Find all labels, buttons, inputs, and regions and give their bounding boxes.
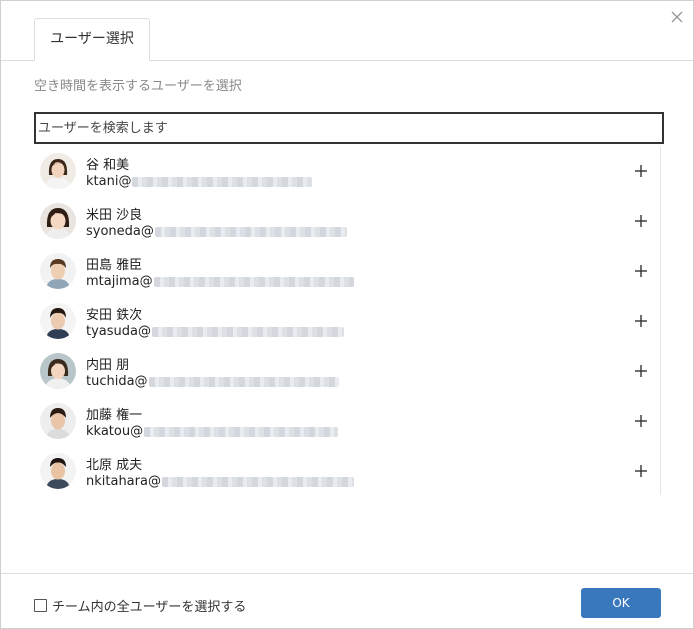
user-row[interactable]: 米田 沙良 syoneda@ (34, 197, 660, 247)
dialog-footer: チーム内の全ユーザーを選択する OK (1, 573, 693, 629)
ok-button[interactable]: OK (581, 588, 661, 618)
user-name: 内田 朋 (86, 358, 130, 373)
user-avatar (40, 153, 76, 189)
user-avatar (40, 253, 76, 289)
user-email: tuchida@ (86, 374, 339, 389)
user-row[interactable]: 谷 和美 ktani@ (34, 147, 660, 197)
user-name: 加藤 権一 (86, 408, 143, 423)
user-avatar (40, 353, 76, 389)
plus-icon[interactable] (634, 264, 648, 278)
plus-icon[interactable] (634, 164, 648, 178)
user-name: 北原 成夫 (86, 458, 143, 473)
user-avatar (40, 203, 76, 239)
tab-user-select[interactable]: ユーザー選択 (34, 18, 150, 61)
plus-icon[interactable] (634, 464, 648, 478)
user-row[interactable]: 安田 鉄次 tyasuda@ (34, 297, 660, 347)
user-email: ktani@ (86, 174, 313, 189)
plus-icon[interactable] (634, 214, 648, 228)
user-select-dialog: ユーザー選択 空き時間を表示するユーザーを選択 谷 和美 ktani@ (0, 0, 694, 629)
user-list[interactable]: 谷 和美 ktani@ 米田 沙良 syoneda@ 田島 雅臣 mtajima… (34, 147, 661, 495)
tab-bar: ユーザー選択 (1, 1, 693, 61)
user-name: 田島 雅臣 (86, 258, 143, 273)
plus-icon[interactable] (634, 314, 648, 328)
plus-icon[interactable] (634, 414, 648, 428)
instruction-text: 空き時間を表示するユーザーを選択 (34, 79, 242, 94)
select-all-checkbox-label[interactable]: チーム内の全ユーザーを選択する (34, 596, 246, 615)
user-row[interactable]: 田島 雅臣 mtajima@ (34, 247, 660, 297)
user-avatar (40, 403, 76, 439)
user-search-input[interactable] (34, 112, 664, 144)
user-name: 米田 沙良 (86, 208, 143, 223)
user-name: 谷 和美 (86, 158, 130, 173)
user-email: nkitahara@ (86, 474, 354, 489)
select-all-label: チーム内の全ユーザーを選択する (52, 600, 247, 615)
user-row[interactable]: 北原 成夫 nkitahara@ (34, 447, 660, 497)
user-row[interactable]: 加藤 権一 kkatou@ (34, 397, 660, 447)
user-avatar (40, 303, 76, 339)
user-row[interactable]: 内田 朋 tuchida@ (34, 347, 660, 397)
user-email: syoneda@ (86, 224, 347, 239)
user-email: tyasuda@ (86, 324, 344, 339)
user-email: kkatou@ (86, 424, 339, 439)
user-email: mtajima@ (86, 274, 354, 289)
select-all-checkbox[interactable] (34, 599, 47, 612)
user-avatar (40, 453, 76, 489)
user-name: 安田 鉄次 (86, 308, 143, 323)
plus-icon[interactable] (634, 364, 648, 378)
